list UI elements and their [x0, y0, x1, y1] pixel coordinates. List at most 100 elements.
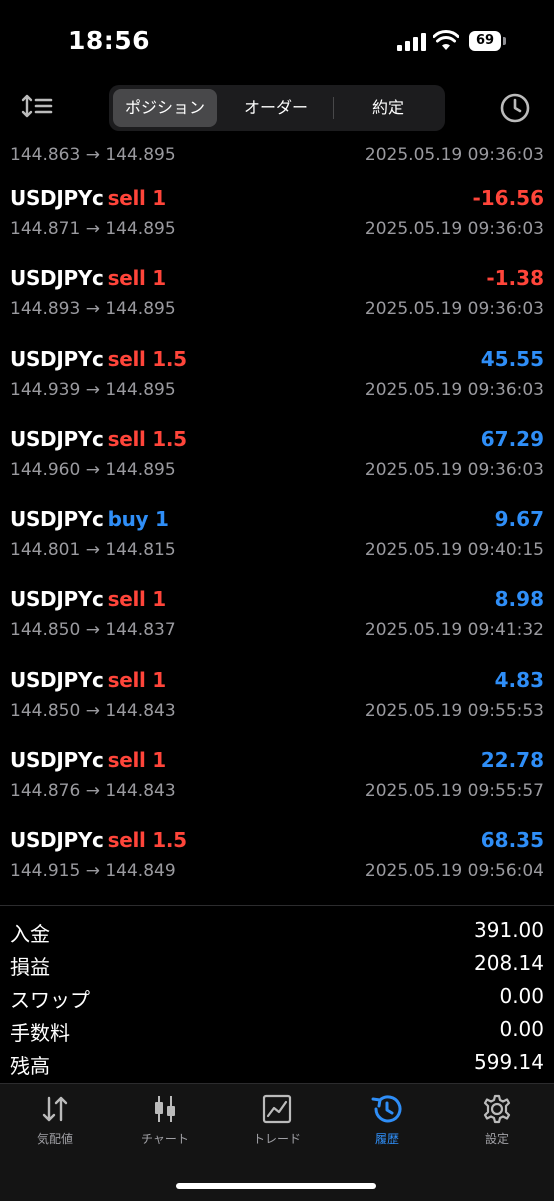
- summary-label: 損益: [10, 955, 50, 979]
- summary-value: 0.00: [499, 984, 544, 1008]
- quotes-arrows-icon: [42, 1096, 68, 1122]
- trade-profit: -16.56: [472, 186, 544, 210]
- battery-cap: [503, 37, 506, 45]
- trade-side: sell: [107, 346, 146, 371]
- tab-deals[interactable]: 約定: [335, 89, 441, 127]
- trade-profit: 9.67: [494, 507, 544, 532]
- tab-orders[interactable]: オーダー: [221, 89, 331, 127]
- sort-lines-icon[interactable]: [20, 92, 56, 122]
- trade-title: USDJPYc sell 1: [10, 748, 166, 772]
- trade-date: 2025.05.19 09:55:57: [364, 781, 544, 802]
- trade-date: 2025.05.19 09:36:03: [364, 145, 544, 165]
- trade-symbol: USDJPYc: [10, 667, 104, 692]
- summary-row: 入金 391.00: [0, 915, 554, 948]
- tab-chart[interactable]: チャート: [110, 1094, 220, 1147]
- trade-row[interactable]: USDJPYc sell 1.5 45.55 144.939 → 144.895 202…: [0, 337, 554, 417]
- summary-label: 残高: [10, 1054, 50, 1078]
- trade-date: 2025.05.19 09:36:03: [364, 459, 544, 480]
- trade-title: USDJPYc sell 1: [10, 668, 166, 692]
- battery-level: 69: [475, 33, 495, 48]
- segment-divider: [333, 97, 334, 119]
- trade-row[interactable]: USDJPYc sell 1 -1.38 144.893 → 144.895 2025.…: [0, 256, 554, 336]
- battery-icon: 69: [469, 31, 501, 51]
- candlestick-icon: [155, 1096, 175, 1122]
- segment-control: ポジション オーダー 約定: [109, 85, 445, 131]
- summary-row: スワップ 0.00: [0, 981, 554, 1014]
- trade-title: USDJPYc sell 1.5: [10, 427, 187, 451]
- trade-date: 2025.05.19 09:40:15: [364, 540, 544, 561]
- tab-quotes[interactable]: 気配値: [0, 1094, 110, 1147]
- tab-history[interactable]: 履歴: [332, 1094, 442, 1147]
- tab-trade[interactable]: トレード: [222, 1094, 332, 1147]
- trade-date: 2025.05.19 09:36:03: [364, 379, 544, 400]
- summary-label: 入金: [10, 922, 50, 946]
- status-time: 18:56: [68, 26, 151, 55]
- trade-title: USDJPYc sell 1: [10, 266, 166, 290]
- trade-prices: 144.863 → 144.895: [10, 145, 176, 165]
- trade-symbol: USDJPYc: [10, 426, 104, 451]
- tab-positions[interactable]: ポジション: [113, 89, 217, 127]
- trade-symbol: USDJPYc: [10, 587, 104, 612]
- trade-symbol: USDJPYc: [10, 507, 104, 532]
- trade-symbol: USDJPYc: [10, 346, 104, 371]
- trade-symbol: USDJPYc: [10, 266, 104, 291]
- history-icon: [371, 1095, 402, 1123]
- trade-title: USDJPYc sell 1: [10, 587, 166, 611]
- trade-title: USDJPYc sell 1: [10, 186, 166, 210]
- tab-settings[interactable]: 設定: [442, 1094, 552, 1147]
- home-indicator: [176, 1183, 376, 1189]
- trade-profit: 22.78: [480, 748, 544, 773]
- trade-profit: 8.98: [494, 587, 544, 612]
- trade-volume: 1.5: [152, 828, 187, 853]
- summary-row: 損益 208.14: [0, 948, 554, 981]
- tab-label-quotes: 気配値: [36, 1132, 73, 1146]
- clock-icon[interactable]: [498, 91, 532, 125]
- trade-profit: 68.35: [480, 828, 544, 853]
- trade-profit: 45.55: [480, 346, 544, 371]
- trade-prices: 144.960 → 144.895: [10, 459, 176, 480]
- trade-date: 2025.05.19 09:56:04: [364, 861, 544, 882]
- summary-panel: 入金 391.00 損益 208.14 スワップ 0.00 手数料 0.00 残高 599.14: [0, 905, 554, 1080]
- trade-side: sell: [107, 266, 146, 291]
- summary-value: 0.00: [499, 1017, 544, 1041]
- trade-chart-icon: [262, 1094, 292, 1124]
- trade-prices: 144.893 → 144.895: [10, 299, 176, 320]
- trade-date: 2025.05.19 09:36:03: [364, 219, 544, 239]
- trade-row[interactable]: USDJPYc sell 1 8.98 144.850 → 144.837 2025.0…: [0, 577, 554, 657]
- trade-title: USDJPYc sell 1.5: [10, 828, 187, 852]
- tab-label-chart: チャート: [141, 1132, 189, 1146]
- trade-prices: 144.801 → 144.815: [10, 540, 176, 561]
- trade-side: sell: [107, 587, 146, 612]
- summary-value: 599.14: [474, 1050, 544, 1074]
- summary-value: 208.14: [474, 951, 544, 975]
- tab-label-history: 履歴: [374, 1132, 399, 1146]
- trade-row[interactable]: USDJPYc sell 1.5 67.29 144.960 → 144.895 202…: [0, 417, 554, 497]
- trade-side: sell: [107, 828, 146, 853]
- summary-row: 手数料 0.00: [0, 1014, 554, 1047]
- status-bar: 18:56 69: [0, 0, 554, 80]
- trade-prices: 144.876 → 144.843: [10, 781, 176, 802]
- summary-value: 391.00: [474, 918, 544, 942]
- summary-label: 手数料: [10, 1021, 70, 1045]
- trade-volume: 1: [152, 748, 166, 773]
- trade-prices: 144.915 → 144.849: [10, 861, 176, 882]
- trade-row[interactable]: 144.863 → 144.895 2025.05.19 09:36:03: [0, 136, 554, 176]
- trade-volume: 1: [152, 186, 166, 210]
- trade-row[interactable]: USDJPYc sell 1.5 68.35 144.915 → 144.849 202…: [0, 818, 554, 898]
- trade-title: USDJPYc buy 1: [10, 507, 169, 531]
- summary-label: スワップ: [10, 988, 90, 1012]
- trade-symbol: USDJPYc: [10, 186, 104, 210]
- trade-row[interactable]: USDJPYc sell 1 22.78 144.876 → 144.843 2025.…: [0, 738, 554, 818]
- trade-row[interactable]: USDJPYc sell 1 -16.56 144.871 → 144.895 2025…: [0, 176, 554, 256]
- trade-side: buy: [107, 507, 149, 532]
- trade-prices: 144.850 → 144.843: [10, 700, 176, 721]
- trade-side: sell: [107, 667, 146, 692]
- tab-label-settings: 設定: [484, 1132, 509, 1146]
- trade-row[interactable]: USDJPYc sell 1 4.83 144.850 → 144.843 2025.0…: [0, 658, 554, 738]
- trade-profit: 4.83: [494, 667, 544, 692]
- trade-side: sell: [107, 426, 146, 451]
- summary-row: 残高 599.14: [0, 1047, 554, 1080]
- trade-row[interactable]: USDJPYc buy 1 9.67 144.801 → 144.815 2025.05…: [0, 497, 554, 577]
- trade-symbol: USDJPYc: [10, 828, 104, 853]
- trade-profit: 67.29: [480, 426, 544, 451]
